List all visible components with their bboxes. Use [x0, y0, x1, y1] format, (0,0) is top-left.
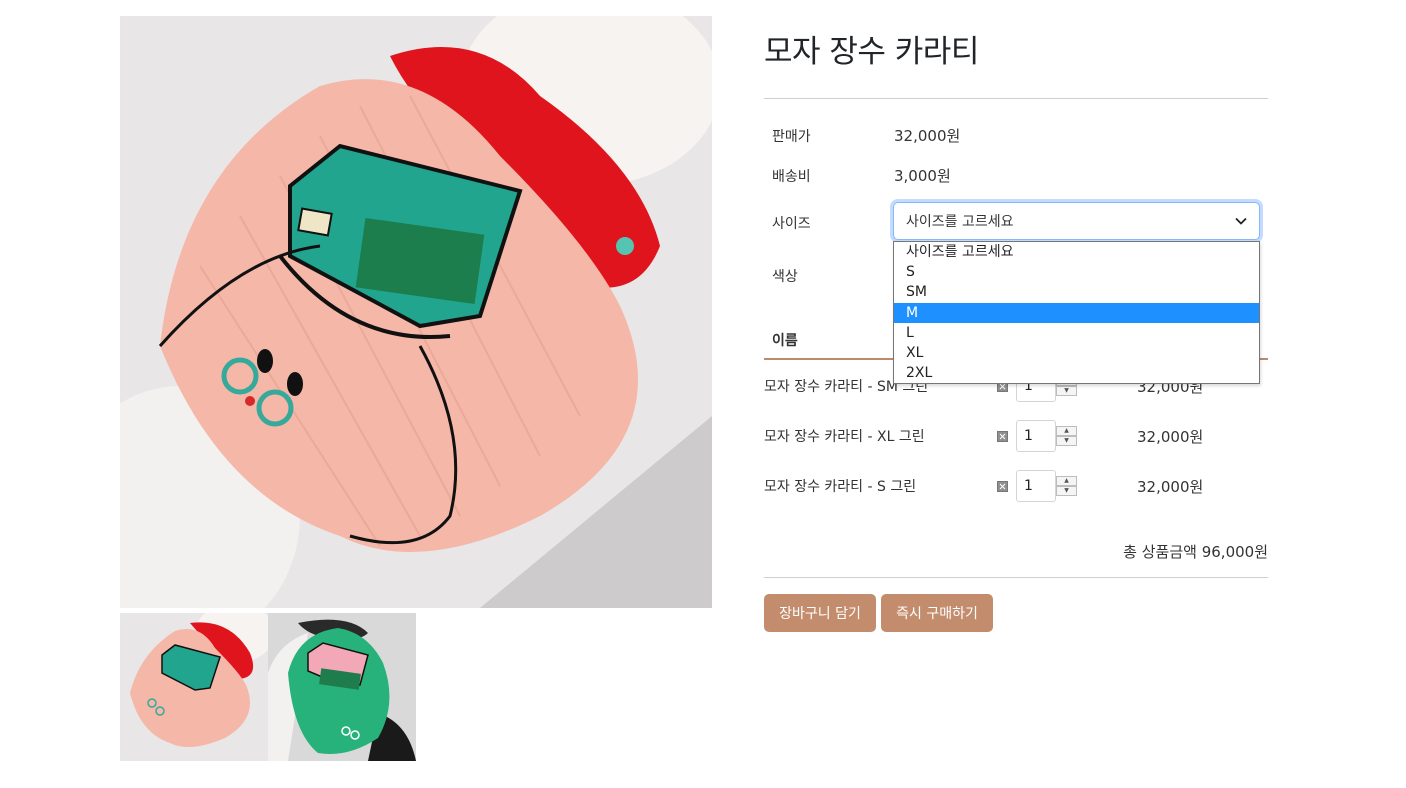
color-label: 색상 — [772, 269, 798, 285]
size-dropdown-list[interactable]: 사이즈를 고르세요 S SM M L XL 2XL — [893, 241, 1260, 384]
option-name: 모자 장수 카라티 - XL 그린 — [764, 429, 925, 445]
add-to-cart-button[interactable]: 장바구니 담기 — [764, 594, 876, 632]
quantity-input[interactable] — [1016, 470, 1056, 502]
option-row: 모자 장수 카라티 - S 그린 ▲ ▼ 32,000원 — [764, 470, 1268, 502]
size-option-l[interactable]: L — [894, 323, 1259, 343]
spin-up-icon[interactable]: ▲ — [1056, 426, 1077, 436]
size-option-m[interactable]: M — [894, 302, 1259, 323]
total-price: 총 상품금액 96,000원 — [1123, 543, 1268, 561]
title-divider — [764, 98, 1268, 99]
size-option-xl[interactable]: XL — [894, 343, 1259, 363]
size-select-value: 사이즈를 고르세요 — [906, 214, 1014, 230]
buy-now-button[interactable]: 즉시 구매하기 — [881, 594, 993, 632]
option-row: 모자 장수 카라티 - XL 그린 ▲ ▼ 32,000원 — [764, 420, 1268, 452]
option-price: 32,000원 — [1137, 428, 1204, 446]
size-label: 사이즈 — [772, 216, 811, 232]
product-title: 모자 장수 카라티 — [764, 34, 979, 70]
quantity-stepper[interactable]: ▲ ▼ — [1056, 476, 1077, 496]
quantity-stepper[interactable]: ▲ ▼ — [1056, 426, 1077, 446]
size-option-2xl[interactable]: 2XL — [894, 363, 1259, 383]
price-label: 판매가 — [772, 129, 811, 145]
size-select[interactable]: 사이즈를 고르세요 — [893, 202, 1260, 240]
remove-icon[interactable] — [997, 481, 1008, 492]
thumbnail-green[interactable] — [268, 613, 416, 761]
price-value: 32,000원 — [894, 127, 961, 145]
thumbnail-pink[interactable] — [120, 613, 268, 761]
size-option-sm[interactable]: SM — [894, 282, 1259, 302]
chevron-down-icon — [1235, 217, 1247, 225]
spin-up-icon[interactable]: ▲ — [1056, 476, 1077, 486]
option-price: 32,000원 — [1137, 478, 1204, 496]
quantity-input[interactable] — [1016, 420, 1056, 452]
size-option[interactable]: 사이즈를 고르세요 — [894, 242, 1259, 262]
spin-down-icon[interactable]: ▼ — [1056, 486, 1077, 496]
size-option-s[interactable]: S — [894, 262, 1259, 282]
remove-icon[interactable] — [997, 431, 1008, 442]
thumbnail-pink-image — [120, 613, 268, 761]
spin-down-icon[interactable]: ▼ — [1056, 386, 1077, 396]
main-product-photo — [120, 16, 712, 608]
spin-down-icon[interactable]: ▼ — [1056, 436, 1077, 446]
option-name: 모자 장수 카라티 - S 그린 — [764, 479, 917, 495]
options-table-header-name: 이름 — [772, 333, 798, 349]
shipping-label: 배송비 — [772, 169, 811, 185]
product-photo-image — [120, 16, 712, 608]
shipping-value: 3,000원 — [894, 167, 951, 185]
total-divider — [764, 577, 1268, 578]
thumbnail-green-image — [268, 613, 416, 761]
